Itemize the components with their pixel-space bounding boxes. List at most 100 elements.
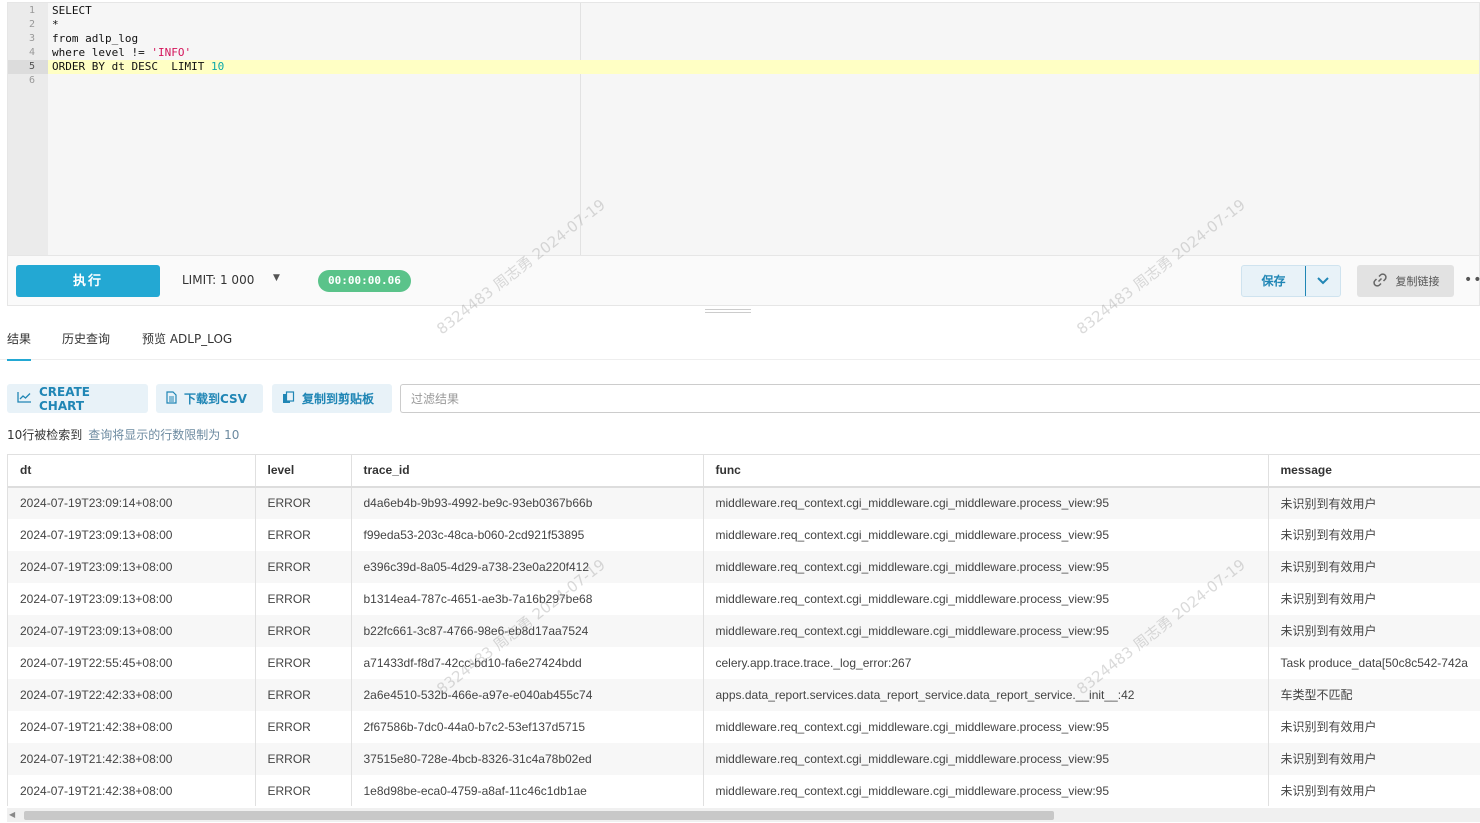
tab-query-history[interactable]: 历史查询 [62, 330, 110, 359]
code-token: ORDER BY dt DESC LIMIT [52, 60, 211, 73]
sql-editor[interactable]: 1 2 3 4 56 SELECT * from adlp_log where level !… [7, 2, 1480, 256]
scrollbar-thumb[interactable] [24, 811, 1054, 820]
query-timer-badge: 00:00:00.06 [318, 270, 411, 292]
cell-trace-id: b1314ea4-787c-4651-ae3b-7a16b297be68 [351, 582, 704, 615]
cell-func: middleware.req_context.cgi_middleware.cg… [703, 582, 1269, 615]
column-header-dt[interactable]: dt [8, 454, 256, 488]
cell-message: Task produce_data[50c8c542-742a [1268, 646, 1480, 679]
cell-func: middleware.req_context.cgi_middleware.cg… [703, 550, 1269, 583]
table-row[interactable]: 2024-07-19T21:42:38+08:00 ERROR 37515e80-7… [8, 742, 1480, 775]
code-line[interactable]: ORDER BY dt DESC LIMIT 10 [52, 60, 1479, 74]
tab-preview-table[interactable]: 预览 ADLP_LOG [142, 330, 232, 359]
table-row[interactable]: 2024-07-19T23:09:13+08:00 ERROR e396c39d-8… [8, 550, 1480, 583]
cell-trace-id: f99eda53-203c-48ca-b060-2cd921f53895 [351, 518, 704, 551]
cell-trace-id: d4a6eb4b-9b93-4992-be9c-93eb0367b66b [351, 486, 704, 519]
cell-message: 未识别到有效用户 [1268, 582, 1480, 615]
cell-level: ERROR [255, 614, 352, 647]
copy-clipboard-button[interactable]: 复制到剪贴板 [272, 384, 392, 413]
line-number: 1 [28, 5, 36, 16]
cell-func: celery.app.trace.trace._log_error:267 [703, 646, 1269, 679]
caret-down-icon[interactable]: ▼ [273, 273, 280, 283]
cell-message: 未识别到有效用户 [1268, 742, 1480, 775]
cell-trace-id: a71433df-f8d7-42cc-bd10-fa6e27424bdd [351, 646, 704, 679]
line-number: 3 [28, 33, 36, 44]
file-icon [166, 390, 177, 407]
cell-dt: 2024-07-19T21:42:38+08:00 [8, 742, 256, 775]
cell-dt: 2024-07-19T22:42:33+08:00 [8, 678, 256, 711]
scroll-left-arrow-icon[interactable]: ◀ [9, 810, 15, 819]
table-row[interactable]: 2024-07-19T23:09:13+08:00 ERROR b1314ea4-7… [8, 582, 1480, 615]
copy-link-label: 复制链接 [1395, 275, 1440, 288]
cell-level: ERROR [255, 518, 352, 551]
chevron-down-icon[interactable] [1306, 266, 1340, 296]
query-toolbar: 执行 LIMIT: 1 000 ▼ 00:00:00.06 保存 复制链接 ••… [7, 256, 1480, 306]
code-line[interactable]: from adlp_log [52, 32, 1479, 46]
column-header-level[interactable]: level [255, 454, 352, 488]
cell-message: 未识别到有效用户 [1268, 486, 1480, 519]
row-count-info: 10行被检索到 查询将显示的行数限制为 10 [7, 426, 239, 443]
cell-dt: 2024-07-19T22:55:45+08:00 [8, 646, 256, 679]
code-line[interactable] [52, 74, 1479, 88]
create-chart-button[interactable]: CREATE CHART [7, 384, 148, 413]
cell-message: 车类型不匹配 [1268, 678, 1480, 711]
column-header-trace-id[interactable]: trace_id [351, 454, 704, 488]
table-header-row: dt level trace_id func message [8, 454, 1480, 488]
copy-icon [282, 390, 295, 407]
cell-trace-id: 2f67586b-7dc0-44a0-b7c2-53ef137d5715 [351, 710, 704, 743]
column-header-message[interactable]: message [1268, 454, 1480, 488]
cell-level: ERROR [255, 678, 352, 711]
code-line[interactable]: where level != 'INFO' [52, 46, 1479, 60]
cell-trace-id: b22fc661-3c87-4766-98e6-eb8d17aa7524 [351, 614, 704, 647]
download-csv-label: 下载到CSV [184, 392, 247, 406]
run-button[interactable]: 执行 [16, 265, 160, 297]
line-number: 4 [28, 47, 36, 58]
cell-message: 未识别到有效用户 [1268, 550, 1480, 583]
table-row[interactable]: 2024-07-19T21:42:38+08:00 ERROR 1e8d98be-e… [8, 774, 1480, 806]
code-token: where level != [52, 46, 152, 59]
cell-trace-id: 37515e80-728e-4bcb-8326-31c4a78b02ed [351, 742, 704, 775]
table-row[interactable]: 2024-07-19T21:42:38+08:00 ERROR 2f67586b-7… [8, 710, 1480, 743]
code-token: SELECT [52, 4, 92, 17]
cell-message: 未识别到有效用户 [1268, 518, 1480, 551]
save-button-group: 保存 [1241, 265, 1341, 297]
limit-selector[interactable]: LIMIT: 1 000 [182, 273, 254, 287]
cell-trace-id: e396c39d-8a05-4d29-a738-23e0a220f412 [351, 550, 704, 583]
cell-func: middleware.req_context.cgi_middleware.cg… [703, 742, 1269, 775]
line-chart-icon [17, 391, 32, 406]
column-header-func[interactable]: func [703, 454, 1269, 488]
table-row[interactable]: 2024-07-19T23:09:13+08:00 ERROR f99eda53-2… [8, 518, 1480, 551]
cell-dt: 2024-07-19T23:09:13+08:00 [8, 518, 256, 551]
cell-trace-id: 2a6e4510-532b-466e-a97e-e040ab455c74 [351, 678, 704, 711]
table-row[interactable]: 2024-07-19T22:42:33+08:00 ERROR 2a6e4510-5… [8, 678, 1480, 711]
code-token: * [52, 18, 59, 31]
results-table-container[interactable]: dt level trace_id func message 2024-07-1… [7, 454, 1480, 806]
copy-link-button[interactable]: 复制链接 [1357, 265, 1454, 297]
tab-results[interactable]: 结果 [7, 330, 32, 361]
row-count-text: 10行被检索到 [7, 428, 83, 442]
cell-func: middleware.req_context.cgi_middleware.cg… [703, 518, 1269, 551]
cell-level: ERROR [255, 710, 352, 743]
cell-dt: 2024-07-19T23:09:13+08:00 [8, 550, 256, 583]
download-csv-button[interactable]: 下载到CSV [156, 384, 263, 413]
cell-dt: 2024-07-19T21:42:38+08:00 [8, 774, 256, 806]
cell-level: ERROR [255, 550, 352, 583]
more-options-icon[interactable]: ••• [1464, 272, 1480, 288]
code-line[interactable]: * [52, 18, 1479, 32]
filter-results-input[interactable] [400, 384, 1480, 413]
cell-dt: 2024-07-19T23:09:14+08:00 [8, 486, 256, 519]
horizontal-scrollbar[interactable]: ◀ [7, 808, 1480, 822]
cell-dt: 2024-07-19T23:09:13+08:00 [8, 582, 256, 615]
table-row[interactable]: 2024-07-19T23:09:14+08:00 ERROR d4a6eb4b-9… [8, 486, 1480, 519]
cell-message: 未识别到有效用户 [1268, 614, 1480, 647]
resize-handle[interactable] [705, 309, 751, 313]
save-button[interactable]: 保存 [1242, 266, 1306, 296]
cell-func: middleware.req_context.cgi_middleware.cg… [703, 486, 1269, 519]
active-line-highlight [48, 60, 52, 74]
cell-trace-id: 1e8d98be-eca0-4759-a8af-11c46c1db1ae [351, 774, 704, 806]
link-icon [1372, 272, 1388, 291]
code-line[interactable]: SELECT [52, 4, 1479, 18]
code-token: 10 [210, 60, 225, 73]
code-token: 'INFO' [151, 46, 192, 59]
table-row[interactable]: 2024-07-19T23:09:13+08:00 ERROR b22fc661-3… [8, 614, 1480, 647]
table-row[interactable]: 2024-07-19T22:55:45+08:00 ERROR a71433df-f… [8, 646, 1480, 679]
